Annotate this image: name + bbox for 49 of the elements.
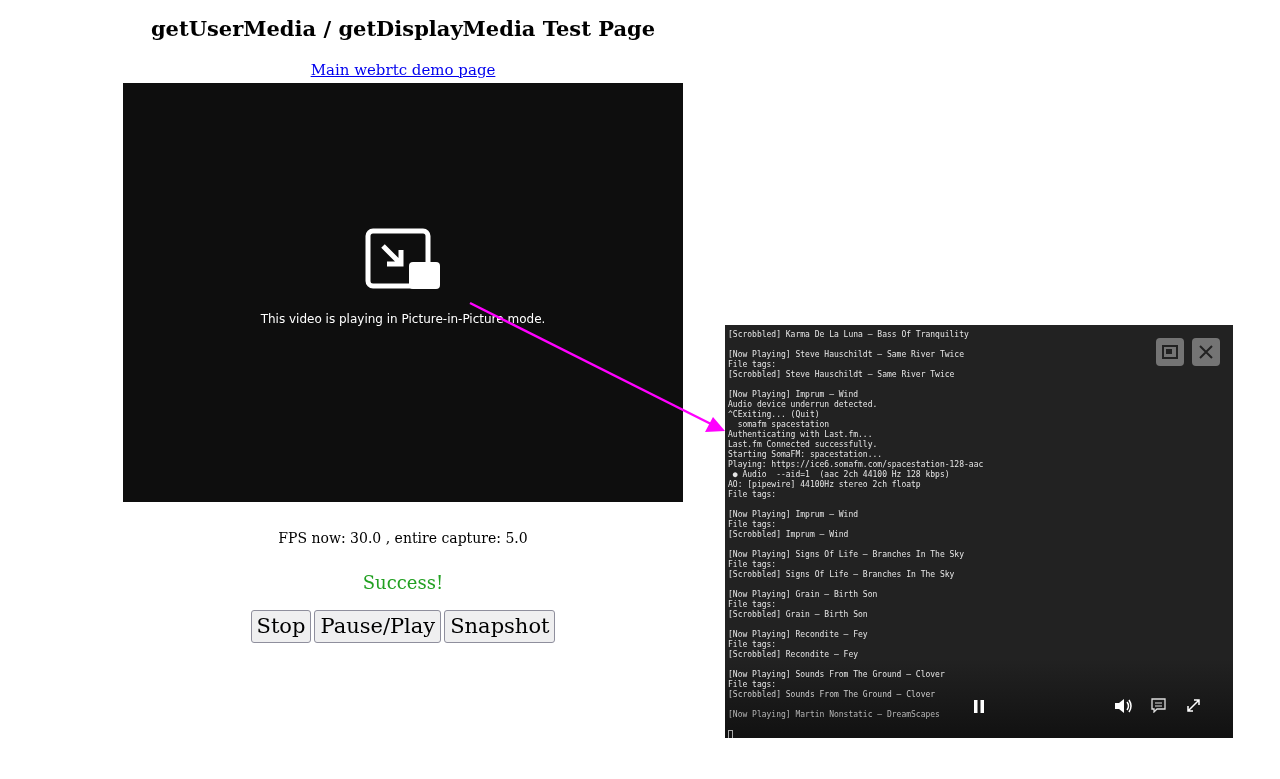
terminal-line: [Now Playing] Recondite – Fey [728, 630, 868, 640]
pause-icon[interactable] [974, 700, 984, 713]
action-button[interactable]: Snapshot [444, 610, 556, 643]
terminal-line: File tags: [728, 680, 777, 690]
fps-readout: FPS now: 30.0 , entire capture: 5.0 [278, 529, 528, 548]
back-to-tab-icon [1162, 345, 1178, 359]
action-button[interactable]: Stop [250, 610, 312, 643]
terminal-line: [Scrobbled] Signs Of Life – Branches In The Sky [728, 570, 955, 580]
page-title: getUserMedia / getDisplayMedia Test Page [150, 15, 656, 43]
terminal-cursor-icon [728, 730, 733, 738]
status-message: Success! [362, 571, 444, 595]
terminal-line: Last.fm Connected successfully. [728, 440, 878, 450]
fullscreen-icon[interactable] [1187, 699, 1200, 712]
terminal-line: Audio device underrun detected. [728, 400, 878, 410]
terminal-line: [Scrobbled] Karma De La Luna – Bass Of Tranquility [728, 330, 969, 340]
terminal-line: Authenticating with Last.fm... [728, 430, 873, 440]
terminal-line: Playing: https://ice6.somafm.com/spacestation-128-aac [728, 460, 984, 470]
terminal-line: File tags: [728, 360, 777, 370]
terminal-line: [Scrobbled] Grain – Birth Son [728, 610, 868, 620]
close-icon [1199, 345, 1213, 359]
demo-link[interactable]: Main webrtc demo page [310, 60, 496, 80]
captions-icon[interactable] [1151, 698, 1166, 713]
terminal-line: File tags: [728, 520, 777, 530]
pip-message: This video is playing in Picture-in-Picture mode. [260, 310, 546, 328]
terminal-line: [Now Playing] Grain – Birth Son [728, 590, 878, 600]
terminal-line: File tags: [728, 600, 777, 610]
terminal-line: ^CExiting... (Quit) [728, 410, 820, 420]
terminal-line: somafm spacestation [736, 420, 830, 430]
terminal-line: [Now Playing] Steve Hauschildt – Same River Twice [728, 350, 964, 360]
terminal-line: [Scrobbled] Sounds From The Ground – Clover [728, 690, 936, 700]
terminal-line: [Scrobbled] Imprum – Wind [728, 530, 849, 540]
close-button[interactable] [1192, 338, 1220, 366]
terminal-line: ● Audio --aid=1 (aac 2ch 44100 Hz 128 kbps) [731, 470, 950, 480]
terminal-line: AO: [pipewire] 44100Hz stereo 2ch floatp [728, 480, 921, 490]
terminal-line: [Now Playing] Imprum – Wind [728, 510, 859, 520]
picture-in-picture-icon [365, 227, 441, 290]
terminal-line: [Now Playing] Imprum – Wind [728, 390, 859, 400]
terminal-line: File tags: [728, 560, 777, 570]
terminal-line: File tags: [728, 490, 777, 500]
terminal-line: Starting SomaFM: spacestation... [728, 450, 883, 460]
action-button[interactable]: Pause/Play [314, 610, 442, 643]
volume-icon[interactable] [1115, 698, 1133, 714]
terminal-line: [Scrobbled] Recondite – Fey [728, 650, 859, 660]
terminal-line: [Now Playing] Martin Nonstatic – DreamScapes [728, 710, 940, 720]
back-to-tab-button[interactable] [1156, 338, 1184, 366]
terminal-line: File tags: [728, 640, 777, 650]
terminal-line: [Now Playing] Signs Of Life – Branches In The Sky [728, 550, 964, 560]
terminal-line: [Now Playing] Sounds From The Ground – Clover [728, 670, 945, 680]
terminal-line: [Scrobbled] Steve Hauschildt – Same River Twice [728, 370, 955, 380]
